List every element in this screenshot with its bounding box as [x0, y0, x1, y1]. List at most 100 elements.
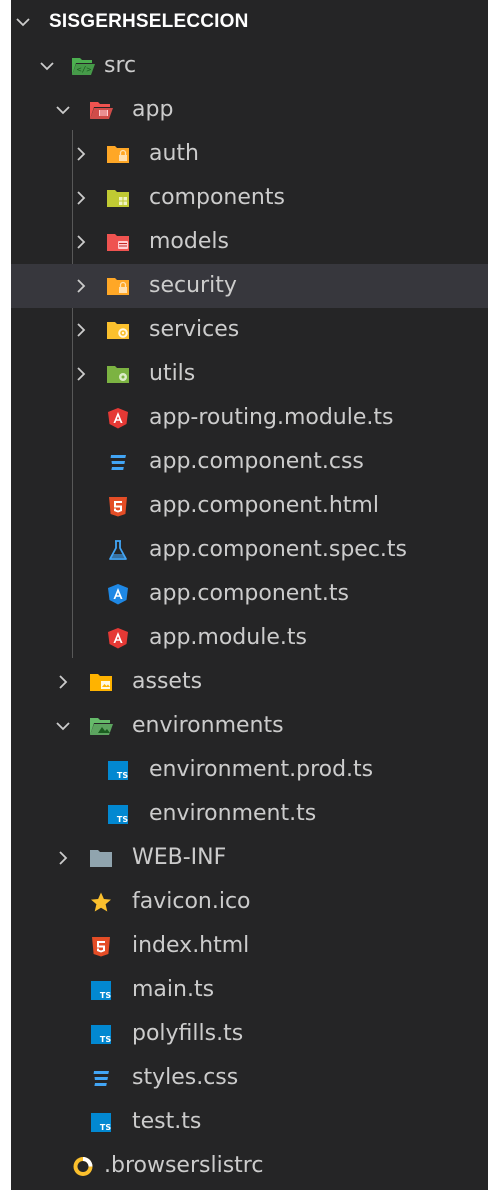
folder-security-icon — [106, 275, 130, 297]
chevron-down-icon — [16, 18, 30, 27]
svg-text:TS: TS — [117, 771, 128, 780]
tree-file-index-html[interactable]: index.html — [11, 924, 488, 968]
tree-item-label: services — [149, 317, 240, 342]
tree-item-label: app-routing.module.ts — [149, 405, 394, 430]
tree-file-test-ts[interactable]: TS test.ts — [11, 1100, 488, 1144]
typescript-icon: TS — [106, 803, 130, 825]
tree-file-environment-prod-ts[interactable]: TS environment.prod.ts — [11, 748, 488, 792]
angular-component-icon — [106, 583, 130, 605]
chevron-down-icon[interactable] — [54, 717, 72, 735]
tree-item-label: assets — [132, 669, 203, 694]
tree-file-polyfills-ts[interactable]: TS polyfills.ts — [11, 1012, 488, 1056]
tree-item-label: WEB-INF — [132, 845, 227, 870]
folder-auth-icon — [106, 143, 130, 165]
tree-file-app-module-ts[interactable]: app.module.ts — [11, 616, 488, 660]
tree-item-label: favicon.ico — [132, 889, 251, 914]
html-icon — [89, 935, 113, 957]
tree-item-label: utils — [149, 361, 196, 386]
explorer-root-folder[interactable]: SISGERHSELECCION — [11, 0, 488, 44]
tree-item-label: auth — [149, 141, 199, 166]
tree-file-browserslistrc[interactable]: .browserslistrc — [11, 1144, 488, 1188]
root-folder-label: SISGERHSELECCION — [49, 11, 249, 32]
chevron-down-icon[interactable] — [38, 57, 56, 75]
tree-item-label: components — [149, 185, 285, 210]
svg-text:TS: TS — [117, 815, 128, 824]
tree-folder-services[interactable]: services — [11, 308, 488, 352]
svg-text:TS: TS — [100, 991, 111, 1000]
chevron-right-icon[interactable] — [72, 233, 90, 251]
typescript-icon: TS — [89, 979, 113, 1001]
chevron-right-icon[interactable] — [54, 849, 72, 867]
typescript-icon: TS — [89, 1023, 113, 1045]
tree-file-styles-css[interactable]: styles.css — [11, 1056, 488, 1100]
svg-text:</>: </> — [77, 65, 92, 74]
tree-item-label: index.html — [132, 933, 250, 958]
tree-item-label: security — [149, 273, 237, 298]
tree-folder-app[interactable]: app — [11, 88, 488, 132]
chevron-right-icon[interactable] — [72, 365, 90, 383]
tree-file-favicon-ico[interactable]: favicon.ico — [11, 880, 488, 924]
tree-item-label: environment.prod.ts — [149, 757, 374, 782]
tree-item-label: app.module.ts — [149, 625, 307, 650]
explorer-panel: SISGERHSELECCION </> src app auth components… — [11, 0, 488, 1190]
chevron-right-icon[interactable] — [72, 145, 90, 163]
typescript-icon: TS — [89, 1111, 113, 1133]
tree-item-label: .browserslistrc — [104, 1153, 264, 1178]
tree-item-label: app.component.ts — [149, 581, 349, 606]
angular-icon — [106, 407, 130, 429]
tree-item-label: app.component.html — [149, 493, 379, 518]
folder-utils-icon — [106, 363, 130, 385]
tree-folder-security[interactable]: security — [11, 264, 488, 308]
folder-assets-icon — [89, 671, 113, 693]
folder-components-icon — [106, 187, 130, 209]
tree-file-app-component-css[interactable]: app.component.css — [11, 440, 488, 484]
tree-file-environment-ts[interactable]: TS environment.ts — [11, 792, 488, 836]
tree-folder-components[interactable]: components — [11, 176, 488, 220]
tree-folder-models[interactable]: models — [11, 220, 488, 264]
tree-item-label: polyfills.ts — [132, 1021, 244, 1046]
folder-environments-open-icon — [89, 715, 113, 737]
folder-icon — [89, 847, 113, 869]
bottom-edge — [11, 1190, 488, 1198]
folder-src-open-icon: </> — [71, 55, 95, 77]
test-flask-icon — [106, 539, 130, 561]
tree-folder-auth[interactable]: auth — [11, 132, 488, 176]
star-icon — [89, 891, 113, 913]
tree-folder-utils[interactable]: utils — [11, 352, 488, 396]
tree-file-app-component-ts[interactable]: app.component.ts — [11, 572, 488, 616]
tree-item-label: app.component.css — [149, 449, 364, 474]
chevron-right-icon[interactable] — [72, 189, 90, 207]
tree-folder-web-inf[interactable]: WEB-INF — [11, 836, 488, 880]
tree-folder-environments[interactable]: environments — [11, 704, 488, 748]
css-icon — [89, 1067, 113, 1089]
html-icon — [106, 495, 130, 517]
typescript-icon: TS — [106, 759, 130, 781]
angular-icon — [106, 627, 130, 649]
chevron-down-icon[interactable] — [54, 101, 72, 119]
tree-file-app-routing-module-ts[interactable]: app-routing.module.ts — [11, 396, 488, 440]
browserslist-icon — [71, 1155, 95, 1177]
folder-services-icon — [106, 319, 130, 341]
tree-item-label: environments — [132, 713, 284, 738]
file-tree: </> src app auth components models security ser… — [11, 44, 488, 1188]
css-icon — [106, 451, 130, 473]
tree-folder-assets[interactable]: assets — [11, 660, 488, 704]
tree-file-main-ts[interactable]: TS main.ts — [11, 968, 488, 1012]
chevron-right-icon[interactable] — [72, 321, 90, 339]
tree-item-label: app.component.spec.ts — [149, 537, 407, 562]
tree-item-label: models — [149, 229, 229, 254]
svg-text:TS: TS — [100, 1123, 111, 1132]
tree-item-label: main.ts — [132, 977, 215, 1002]
folder-app-open-icon — [89, 99, 113, 121]
tree-folder-src[interactable]: </> src — [11, 44, 488, 88]
tree-item-label: styles.css — [132, 1065, 239, 1090]
svg-text:TS: TS — [100, 1035, 111, 1044]
tree-item-label: test.ts — [132, 1109, 202, 1134]
tree-item-label: environment.ts — [149, 801, 317, 826]
tree-file-app-component-html[interactable]: app.component.html — [11, 484, 488, 528]
chevron-right-icon[interactable] — [54, 673, 72, 691]
folder-models-icon — [106, 231, 130, 253]
chevron-right-icon[interactable] — [72, 277, 90, 295]
tree-item-label: src — [104, 53, 137, 78]
tree-file-app-component-spec-ts[interactable]: app.component.spec.ts — [11, 528, 488, 572]
